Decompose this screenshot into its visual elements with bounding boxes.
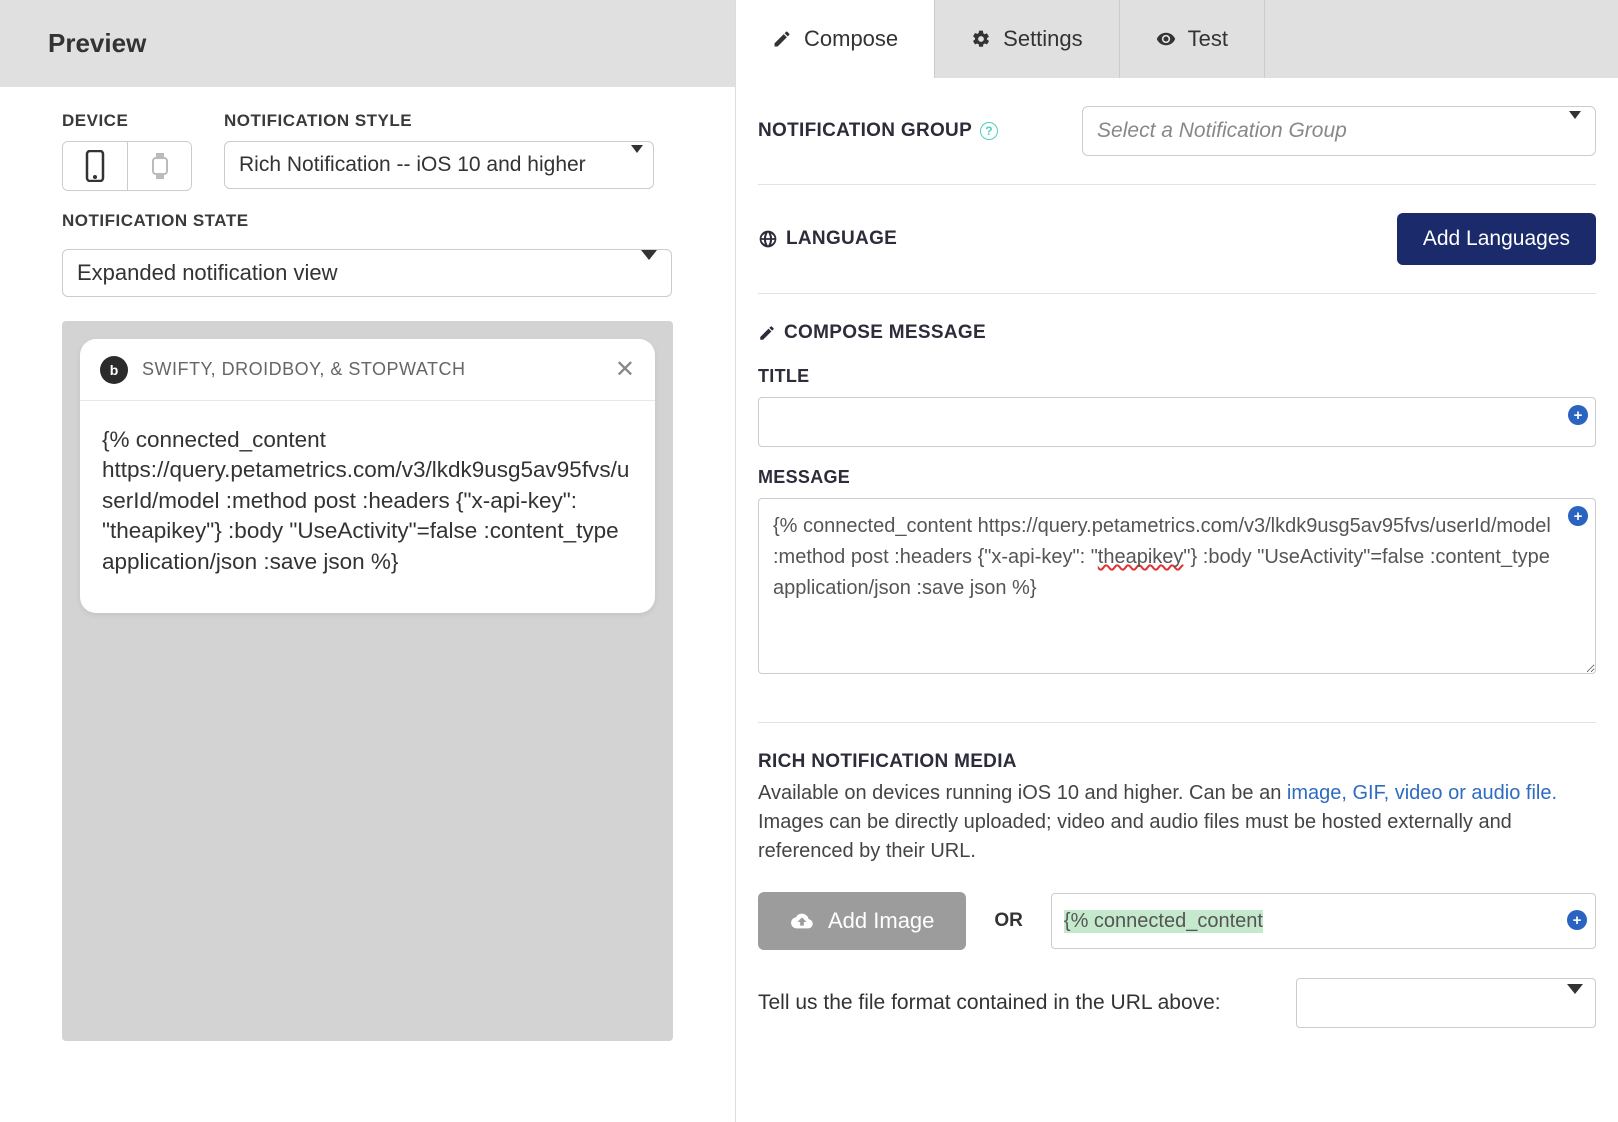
- tab-settings-label: Settings: [1003, 26, 1083, 52]
- plus-icon[interactable]: +: [1568, 405, 1588, 425]
- tab-test[interactable]: Test: [1120, 0, 1265, 78]
- title-input[interactable]: [758, 397, 1596, 447]
- format-select[interactable]: [1296, 978, 1596, 1028]
- caret-down-icon: [631, 153, 643, 177]
- app-name: SWIFTY, DROIDBOY, & STOPWATCH: [142, 359, 601, 380]
- caret-down-icon: [1569, 119, 1581, 143]
- preview-frame: b SWIFTY, DROIDBOY, & STOPWATCH ✕ {% con…: [62, 321, 673, 1041]
- caret-down-icon: [641, 260, 657, 286]
- app-icon: b: [100, 356, 128, 384]
- notif-group-select[interactable]: Select a Notification Group: [1082, 106, 1596, 156]
- add-image-button[interactable]: Add Image: [758, 892, 966, 950]
- rich-media-label: RICH NOTIFICATION MEDIA: [758, 751, 1596, 773]
- caret-down-icon: [1567, 994, 1583, 1012]
- media-types-link[interactable]: image, GIF, video or audio file.: [1287, 782, 1557, 804]
- language-label: LANGUAGE: [758, 228, 897, 250]
- watch-icon: [150, 152, 170, 180]
- media-url-input[interactable]: {% connected_content +: [1051, 893, 1596, 949]
- notif-state-label: NOTIFICATION STATE: [62, 211, 673, 231]
- tab-compose-label: Compose: [804, 26, 898, 52]
- pencil-icon: [772, 29, 792, 49]
- notif-group-label: NOTIFICATION GROUP ?: [758, 120, 998, 142]
- editor-panel: Compose Settings Test NOTIFICATION GROUP…: [735, 0, 1618, 1122]
- device-toggle[interactable]: [62, 141, 192, 191]
- tab-test-label: Test: [1188, 26, 1228, 52]
- plus-icon[interactable]: +: [1568, 506, 1588, 526]
- tabs-bar: Compose Settings Test: [736, 0, 1618, 78]
- device-phone-button[interactable]: [63, 142, 127, 190]
- notification-card: b SWIFTY, DROIDBOY, & STOPWATCH ✕ {% con…: [80, 339, 655, 613]
- notif-group-placeholder: Select a Notification Group: [1097, 119, 1347, 143]
- close-icon[interactable]: ✕: [615, 355, 635, 384]
- tab-compose[interactable]: Compose: [736, 0, 935, 78]
- rich-media-description: Available on devices running iOS 10 and …: [758, 779, 1596, 866]
- message-label: MESSAGE: [758, 467, 1596, 488]
- plus-icon[interactable]: +: [1567, 910, 1587, 930]
- gear-icon: [971, 29, 991, 49]
- notif-style-select[interactable]: Rich Notification -- iOS 10 and higher: [224, 141, 654, 189]
- device-watch-button[interactable]: [127, 142, 191, 190]
- preview-title: Preview: [0, 0, 735, 87]
- cloud-upload-icon: [790, 910, 814, 932]
- device-label: DEVICE: [62, 111, 192, 131]
- help-icon[interactable]: ?: [980, 122, 998, 140]
- notif-state-select[interactable]: Expanded notification view: [62, 249, 672, 297]
- preview-panel: Preview DEVICE NOTIFICATION STYLE: [0, 0, 735, 1122]
- notification-body: {% connected_content https://query.petam…: [80, 400, 655, 613]
- notif-style-value: Rich Notification -- iOS 10 and higher: [239, 153, 586, 177]
- format-label: Tell us the file format contained in the…: [758, 991, 1221, 1015]
- notif-state-value: Expanded notification view: [77, 260, 338, 286]
- title-label: TITLE: [758, 366, 1596, 387]
- globe-icon: [758, 229, 778, 249]
- edit-icon: [758, 324, 776, 342]
- phone-icon: [82, 150, 108, 182]
- message-input[interactable]: {% connected_content https://query.petam…: [758, 498, 1596, 674]
- notif-style-label: NOTIFICATION STYLE: [224, 111, 654, 131]
- add-languages-button[interactable]: Add Languages: [1397, 213, 1596, 265]
- eye-icon: [1156, 29, 1176, 49]
- or-label: OR: [994, 910, 1023, 932]
- tab-settings[interactable]: Settings: [935, 0, 1120, 78]
- compose-message-label: COMPOSE MESSAGE: [758, 322, 1596, 344]
